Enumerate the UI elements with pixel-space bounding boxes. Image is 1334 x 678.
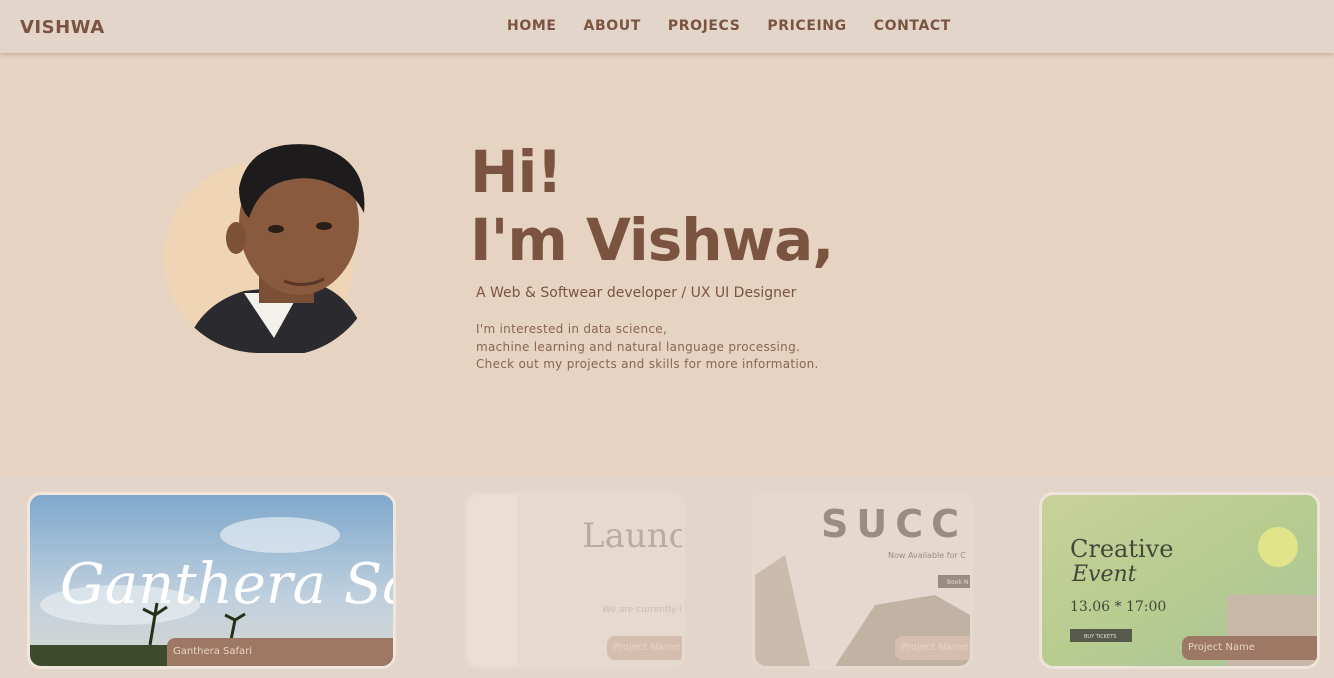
thumbnail-title: Ganthera Safari [60, 552, 393, 617]
nav-home-link[interactable]: HOME [507, 18, 557, 34]
nav-about-link[interactable]: ABOUT [584, 18, 641, 34]
project-label: Project Name [895, 636, 970, 660]
bio-line: machine learning and natural language pr… [476, 339, 801, 354]
nav-contact-link[interactable]: CONTACT [874, 18, 951, 34]
nav-pricing-link[interactable]: PRICEING [767, 18, 846, 34]
thumbnail-title: Launc soc [582, 516, 682, 556]
project-card-launch[interactable]: Launc soc We are currently improvements … [464, 492, 685, 669]
bio-line: Check out my projects and skills for mor… [476, 357, 819, 371]
thumbnail-date: 13.06 * 17:00 [1070, 599, 1166, 615]
project-label: Project Name [1182, 636, 1317, 660]
thumbnail-button: Book N [947, 579, 968, 586]
hero-bio: I'm interested in data science, machine … [476, 321, 819, 374]
thumbnail-button: BUY TICKETS [1084, 634, 1116, 640]
nav-menu: HOME ABOUT PROJECS PRICEING CONTACT [507, 18, 978, 34]
projects-strip: Ganthera Safari Ganthera Safari Launc so… [0, 476, 1334, 678]
profile-avatar [164, 133, 374, 353]
thumbnail-title-2: Event [1071, 562, 1137, 587]
project-label: Project Name [607, 636, 682, 660]
hero-greeting: Hi! [470, 138, 563, 206]
site-logo[interactable]: VISHWA [20, 17, 105, 38]
thumbnail-title: Creative [1070, 535, 1173, 563]
thumbnail-title: SUCC [821, 502, 967, 546]
nav-projects-link[interactable]: PROJECS [668, 18, 741, 34]
thumbnail-subtitle: Now Available for C [888, 551, 966, 560]
bio-line: I'm interested in data science, [476, 322, 668, 336]
project-card-ganthera[interactable]: Ganthera Safari Ganthera Safari [27, 492, 396, 669]
project-card-success[interactable]: SUCC Now Available for C Book N Project … [752, 492, 973, 669]
project-label: Ganthera Safari [167, 638, 393, 666]
hero-name: I'm Vishwa, [470, 206, 834, 274]
thumbnail-subtitle: We are currently improvements to [602, 605, 682, 615]
profile-photo [189, 144, 365, 353]
hero-role: A Web & Softwear developer / UX UI Desig… [476, 285, 797, 301]
project-card-creative-event[interactable]: Creative Event 13.06 * 17:00 BUY TICKETS… [1039, 492, 1320, 669]
top-navbar: VISHWA HOME ABOUT PROJECS PRICEING CONTA… [0, 0, 1334, 53]
